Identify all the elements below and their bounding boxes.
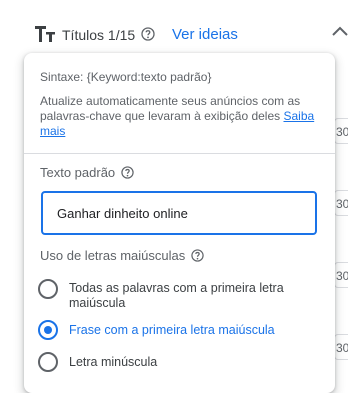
- case-option-label: Frase com a primeira letra maiúscula: [69, 323, 275, 337]
- default-text-label: Texto padrão: [40, 165, 116, 180]
- char-limit-4: 30: [336, 341, 348, 355]
- char-limit-2: 30: [336, 197, 348, 211]
- divider: [24, 153, 335, 154]
- description-text: Atualize automaticamente seus anúncios c…: [40, 94, 330, 139]
- radio-button-icon[interactable]: [38, 320, 58, 340]
- titles-count-heading: Títulos 1/15: [62, 27, 136, 43]
- titles-section-header: Títulos 1/15 Ver ideias: [0, 0, 348, 60]
- help-icon[interactable]: [191, 249, 204, 262]
- help-icon[interactable]: [141, 27, 155, 41]
- radio-button-icon[interactable]: [38, 279, 58, 299]
- radio-button-icon[interactable]: [38, 352, 58, 372]
- case-option-title-case[interactable]: Todas as palavras com a primeira letra m…: [38, 279, 309, 311]
- keyword-insertion-popup: Sintaxe: {Keyword:texto padrão} Atualize…: [24, 53, 335, 393]
- case-option-label: Todas as palavras com a primeira letra m…: [69, 281, 284, 310]
- case-option-sentence-case[interactable]: Frase com a primeira letra maiúscula: [38, 320, 309, 340]
- see-ideas-link[interactable]: Ver ideias: [172, 26, 238, 43]
- default-text-input[interactable]: [41, 191, 317, 235]
- help-icon[interactable]: [121, 166, 134, 179]
- case-option-lowercase[interactable]: Letra minúscula: [38, 352, 309, 372]
- case-label: Uso de letras maiúsculas: [40, 248, 186, 263]
- char-limit-1: 30: [336, 125, 348, 139]
- description-body: Atualize automaticamente seus anúncios c…: [40, 94, 301, 123]
- char-limit-3: 30: [336, 269, 348, 283]
- text-format-icon: [35, 26, 55, 42]
- case-option-label: Letra minúscula: [69, 355, 158, 369]
- chevron-up-icon[interactable]: [330, 24, 348, 38]
- syntax-hint: Sintaxe: {Keyword:texto padrão}: [40, 70, 212, 84]
